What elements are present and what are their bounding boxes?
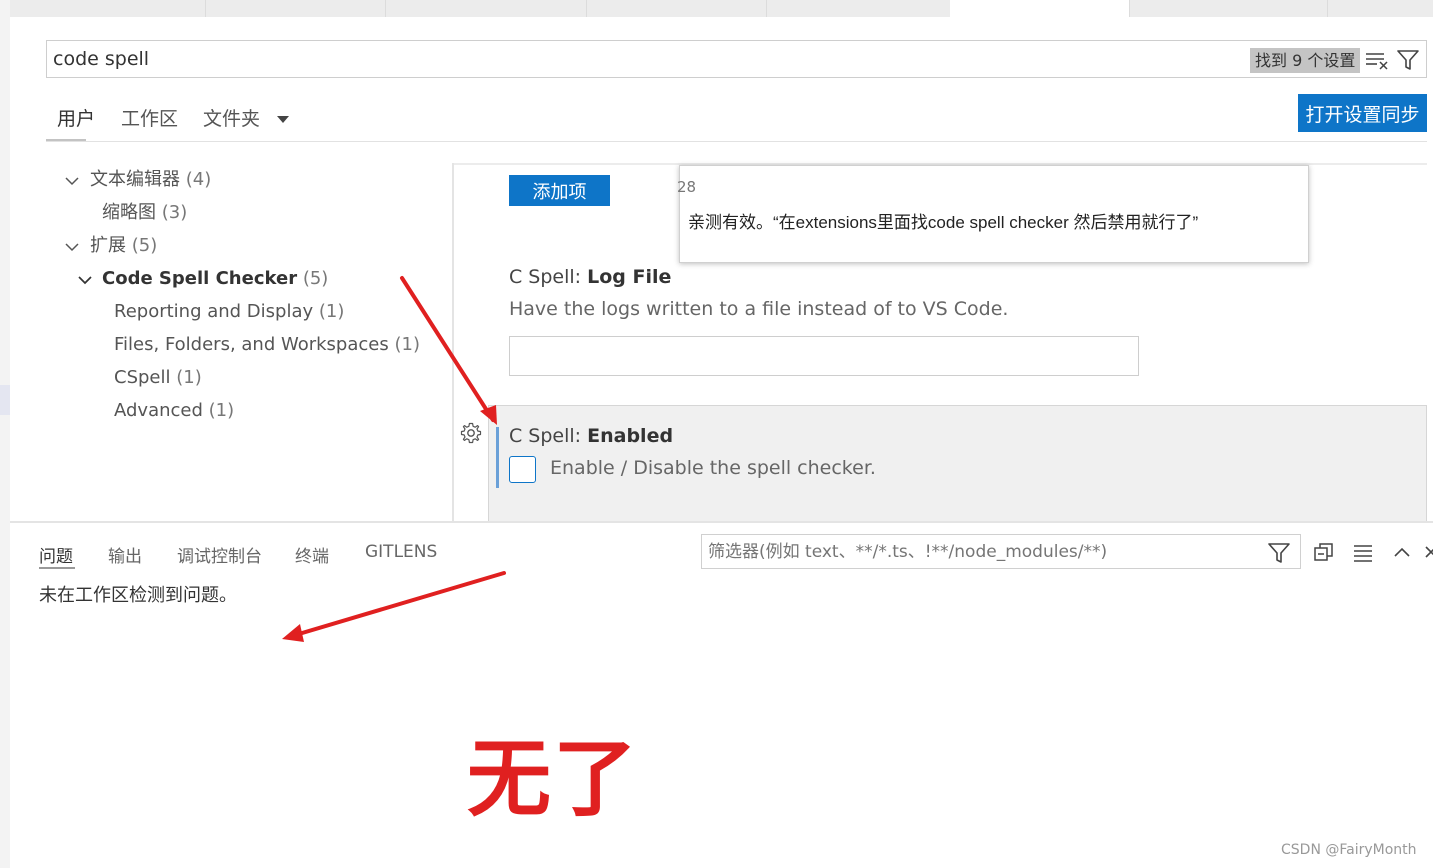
toc-item-files-folders-workspaces[interactable]: Files, Folders, and Workspaces (1) xyxy=(114,332,420,358)
toc-item-cspell[interactable]: CSpell (1) xyxy=(114,365,202,391)
toc-item-count: (1) xyxy=(208,400,235,421)
toc-item-label: 扩展 xyxy=(90,235,126,256)
gear-icon[interactable] xyxy=(460,422,482,444)
toc-item-count: (1) xyxy=(176,367,202,388)
tooltip-fragment: 28 xyxy=(677,178,697,196)
panel-tab-problems[interactable]: 问题 xyxy=(39,542,73,567)
handwritten-annotation: 无了 xyxy=(467,730,640,828)
toc-item-label: Advanced xyxy=(114,400,203,421)
tab-user[interactable]: 用户 xyxy=(57,104,95,131)
setting-category: C Spell: xyxy=(509,425,588,447)
toc-item-extensions[interactable]: 扩展 (5) xyxy=(64,233,157,259)
tab-workspace[interactable]: 工作区 xyxy=(121,104,178,131)
clear-filter-icon[interactable] xyxy=(1365,49,1389,71)
tab-folder[interactable]: 文件夹 xyxy=(203,104,260,131)
toc-item-count: (1) xyxy=(318,301,345,322)
editor-tab[interactable] xyxy=(1130,0,1328,17)
chevron-down-icon xyxy=(65,177,79,186)
editor-tab[interactable] xyxy=(587,0,767,17)
panel-active-tab-underline xyxy=(39,567,75,569)
toc-item-count: (1) xyxy=(394,334,420,355)
toc-item-count: (3) xyxy=(161,202,188,223)
close-panel-icon[interactable] xyxy=(1422,540,1433,564)
filter-icon[interactable] xyxy=(1396,48,1420,72)
setting-description-log-file: Have the logs written to a file instead … xyxy=(509,298,1009,320)
settings-search-box: 找到 9 个设置 xyxy=(46,40,1427,78)
setting-name: Log File xyxy=(587,266,672,288)
comment-tooltip: 28 亲测有效。“在extensions里面找code spell checke… xyxy=(677,165,1309,263)
panel-tab-debug-console[interactable]: 调试控制台 xyxy=(177,542,262,567)
editor-tab[interactable] xyxy=(206,0,386,17)
problems-filter-input[interactable] xyxy=(708,540,1258,564)
activity-marker xyxy=(0,385,10,415)
editor-tab-bar xyxy=(10,0,1433,17)
add-item-button[interactable]: 添加项 xyxy=(509,175,610,206)
filter-icon[interactable] xyxy=(1267,541,1291,565)
tooltip-text: 亲测有效。“在extensions里面找code spell checker 然… xyxy=(688,213,1199,232)
activity-strip xyxy=(0,0,10,868)
no-problems-message: 未在工作区检测到问题。 xyxy=(39,585,237,606)
panel-tab-output[interactable]: 输出 xyxy=(108,542,142,567)
setting-title-log-file: C Spell: Log File xyxy=(509,266,671,288)
turn-on-settings-sync-button[interactable]: 打开设置同步 xyxy=(1298,94,1427,132)
toc-item-reporting-and-display[interactable]: Reporting and Display (1) xyxy=(114,299,344,325)
toc-item-count: (5) xyxy=(131,235,158,256)
panel-tab-gitlens[interactable]: GITLENS xyxy=(365,542,437,562)
setting-category: C Spell: xyxy=(509,266,588,288)
toc-item-label: Code Spell Checker xyxy=(102,268,298,289)
editor-tab[interactable] xyxy=(386,0,587,17)
editor-tab-settings[interactable] xyxy=(950,0,1130,17)
toc-item-label: Reporting and Display xyxy=(114,301,314,322)
setting-description-enabled: Enable / Disable the spell checker. xyxy=(550,457,876,479)
toc-item-count: (4) xyxy=(185,169,212,190)
setting-name: Enabled xyxy=(587,425,674,447)
folder-dropdown-caret-icon[interactable] xyxy=(277,116,289,123)
editor-tab[interactable] xyxy=(10,0,206,17)
toc-item-advanced[interactable]: Advanced (1) xyxy=(114,398,234,424)
toc-item-label: 缩略图 xyxy=(102,202,156,223)
settings-search-input[interactable] xyxy=(53,47,1153,71)
spell-checker-enabled-checkbox[interactable] xyxy=(509,456,536,483)
setting-title-enabled: C Spell: Enabled xyxy=(509,425,673,447)
toc-item-label: CSpell xyxy=(114,367,171,388)
focus-indicator xyxy=(496,427,499,488)
toc-item-count: (5) xyxy=(302,268,329,289)
problems-filter-box xyxy=(701,534,1301,569)
toc-item-label: Files, Folders, and Workspaces xyxy=(114,334,389,355)
collapse-all-icon[interactable] xyxy=(1312,540,1336,564)
toc-item-minimap[interactable]: 缩略图 (3) xyxy=(102,200,187,226)
chevron-down-icon xyxy=(78,276,92,285)
toc-divider[interactable] xyxy=(452,163,454,521)
scope-tabs-divider xyxy=(46,141,1427,142)
search-result-count: 找到 9 个设置 xyxy=(1250,48,1361,73)
maximize-panel-chevron-up-icon[interactable] xyxy=(1390,540,1414,564)
log-file-input[interactable] xyxy=(509,336,1139,376)
bottom-panel: 问题 输出 调试控制台 终端 GITLENS 未在工作区检测到问题。 xyxy=(10,521,1433,868)
chevron-down-icon xyxy=(65,243,79,252)
toc-item-label: 文本编辑器 xyxy=(90,169,180,190)
panel-tab-terminal[interactable]: 终端 xyxy=(295,542,329,567)
watermark: CSDN @FairyMonth xyxy=(1281,842,1417,858)
view-as-list-icon[interactable] xyxy=(1351,540,1375,564)
toc-item-code-spell-checker[interactable]: Code Spell Checker (5) xyxy=(77,266,328,292)
toc-item-text-editor[interactable]: 文本编辑器 (4) xyxy=(64,167,211,193)
